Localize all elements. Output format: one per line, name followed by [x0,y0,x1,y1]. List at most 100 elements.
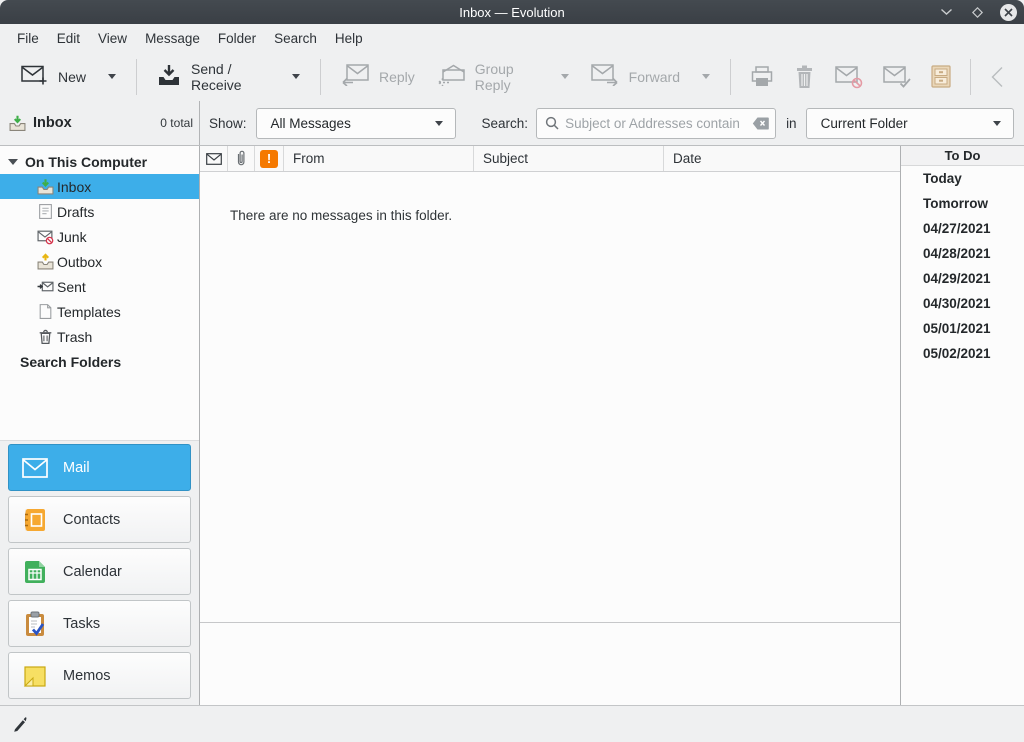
not-junk-button[interactable] [873,57,921,97]
minimize-icon[interactable] [937,3,955,21]
inbox-icon [9,115,26,132]
todo-row-date[interactable]: 04/30/2021 [901,291,1024,316]
close-icon[interactable] [999,3,1017,21]
status-column-header[interactable] [200,146,228,171]
archive-button[interactable] [921,57,961,97]
menu-help[interactable]: Help [326,27,372,50]
delete-button[interactable] [784,57,825,97]
sidebar: On This Computer Inbox [0,146,200,705]
contacts-icon [21,506,49,534]
new-dropdown-arrow-icon[interactable] [108,74,116,79]
calendar-view-button[interactable]: Calendar [8,548,191,595]
sidebar-item-junk[interactable]: Junk [0,224,199,249]
new-message-label: New [58,69,86,85]
mail-view-button[interactable]: Mail [8,444,191,491]
account-label: On This Computer [25,154,147,170]
new-message-button[interactable]: New [10,57,127,97]
todo-row-date[interactable]: 04/27/2021 [901,216,1024,241]
important-column-header[interactable]: ! [255,146,284,171]
trash-icon [794,65,815,89]
sidebar-item-sent[interactable]: Sent [0,274,199,299]
maximize-icon[interactable] [968,3,986,21]
sidebar-item-drafts[interactable]: Drafts [0,199,199,224]
memos-view-button[interactable]: Memos [8,652,191,699]
folder-tree: On This Computer Inbox [0,146,199,440]
search-input[interactable] [565,116,752,131]
sidebar-item-templates[interactable]: Templates [0,299,199,324]
switcher-label: Contacts [63,512,120,528]
message-list-body[interactable]: There are no messages in this folder. [200,172,900,622]
previous-message-button[interactable] [980,57,1014,97]
junk-button[interactable] [825,57,873,97]
print-button[interactable] [740,57,784,97]
titlebar: Inbox — Evolution [0,0,1024,24]
sidebar-item-inbox[interactable]: Inbox [0,174,199,199]
sidebar-item-search-folders[interactable]: Search Folders [0,349,199,374]
contacts-view-button[interactable]: Contacts [8,496,191,543]
todo-row-date[interactable]: 05/01/2021 [901,316,1024,341]
envelope-icon [206,153,222,165]
reply-icon [341,64,369,89]
todo-row-date[interactable]: 05/02/2021 [901,341,1024,366]
todo-row-date[interactable]: 04/29/2021 [901,266,1024,291]
tasks-icon [21,610,49,638]
menu-message[interactable]: Message [136,27,209,50]
switcher-label: Memos [63,668,111,684]
junk-icon [835,65,863,89]
todo-row-tomorrow[interactable]: Tomorrow [901,191,1024,216]
todo-row-today[interactable]: Today [901,166,1024,191]
send-receive-button[interactable]: Send / Receive [146,57,311,97]
show-filter-dropdown[interactable]: All Messages [256,108,456,139]
send-receive-dropdown-arrow-icon[interactable] [292,74,300,79]
evolution-window: Inbox — Evolution File Edit View Message… [0,0,1024,742]
search-scope-dropdown[interactable]: Current Folder [806,108,1014,139]
sidebar-item-trash[interactable]: Trash [0,324,199,349]
date-column-header[interactable]: Date [664,146,900,171]
search-icon [545,116,559,130]
view-switcher: Mail Contacts [0,440,199,705]
subject-column-header[interactable]: Subject [474,146,664,171]
search-folders-label: Search Folders [20,354,121,370]
reply-button[interactable]: Reply [330,57,426,97]
tasks-view-button[interactable]: Tasks [8,600,191,647]
print-icon [750,65,774,89]
clear-search-icon[interactable] [752,117,769,130]
window-controls [937,3,1024,21]
expander-icon[interactable] [8,159,18,165]
toolbar: New Send / Receive [0,52,1024,101]
menu-file[interactable]: File [8,27,48,50]
todo-row-date[interactable]: 04/28/2021 [901,241,1024,266]
show-label: Show: [209,116,247,131]
switcher-label: Calendar [63,564,122,580]
junk-icon [37,228,54,245]
content-area: On This Computer Inbox [0,146,1024,705]
search-label: Search: [482,116,529,131]
folder-count: 0 total [160,116,193,130]
sidebar-item-outbox[interactable]: Outbox [0,249,199,274]
filter-bar: Inbox 0 total Show: All Messages Search:… [0,101,1024,146]
attachment-column-header[interactable] [228,146,255,171]
toolbar-separator [730,59,731,95]
drafts-icon [37,203,54,220]
templates-icon [37,303,54,320]
forward-dropdown-arrow-icon[interactable] [702,74,710,79]
menu-folder[interactable]: Folder [209,27,265,50]
in-label: in [786,116,797,131]
empty-folder-message: There are no messages in this folder. [230,208,900,223]
folder-label: Inbox [57,179,91,195]
group-reply-dropdown-arrow-icon[interactable] [561,74,569,79]
trash-icon [37,328,54,345]
menu-edit[interactable]: Edit [48,27,89,50]
forward-button[interactable]: Forward [580,57,721,97]
sidebar-item-on-this-computer[interactable]: On This Computer [0,149,199,174]
chevron-down-icon [435,121,443,126]
folder-label: Templates [57,304,121,320]
menu-search[interactable]: Search [265,27,326,50]
send-receive-label: Send / Receive [191,61,270,93]
search-scope-value: Current Folder [821,116,908,131]
from-column-header[interactable]: From [284,146,474,171]
group-reply-button[interactable]: Group Reply [426,57,580,97]
message-preview-pane[interactable] [200,622,900,705]
menu-view[interactable]: View [89,27,136,50]
important-icon: ! [260,150,278,168]
